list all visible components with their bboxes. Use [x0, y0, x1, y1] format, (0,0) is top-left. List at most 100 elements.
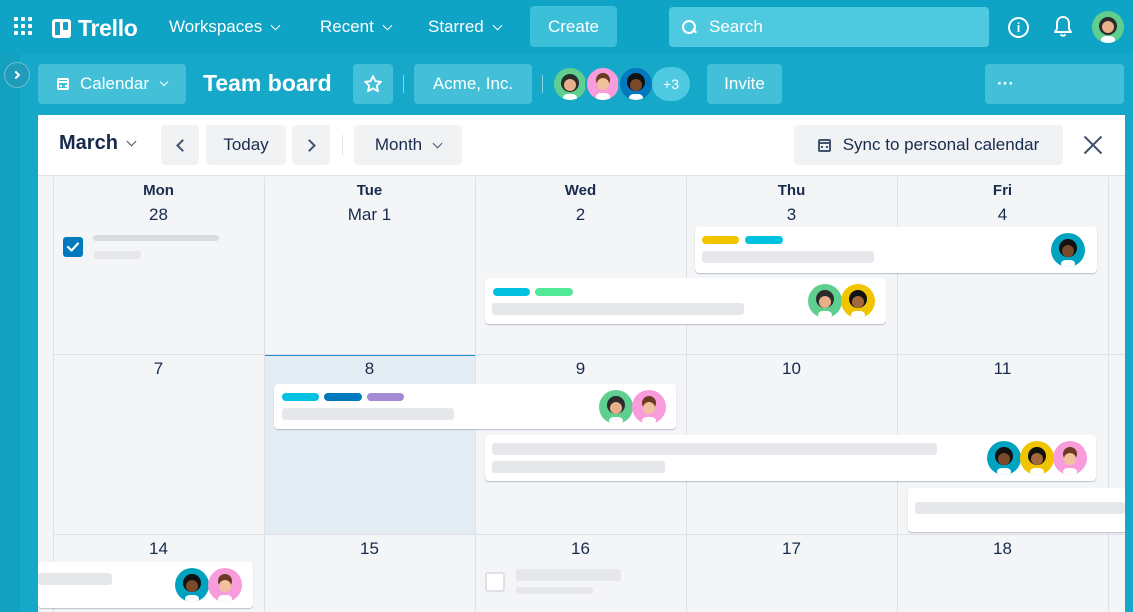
starred-menu[interactable]: Starred [428, 14, 503, 40]
workspaces-label: Workspaces [169, 17, 263, 36]
trello-logo[interactable]: Trello [52, 15, 138, 42]
more-members-badge[interactable]: +3 [652, 67, 690, 101]
more-icon: ··· [997, 74, 1014, 93]
today-button[interactable]: Today [206, 125, 286, 165]
logo-text: Trello [78, 15, 138, 41]
apps-grid-icon[interactable] [14, 17, 34, 37]
day-number[interactable]: 15 [264, 539, 475, 559]
day-number[interactable]: 14 [53, 539, 264, 559]
checkbox-checked[interactable] [63, 237, 83, 257]
chevron-down-icon [126, 136, 137, 147]
member-avatar[interactable] [208, 568, 242, 602]
view-select[interactable]: Month [354, 125, 462, 165]
chevron-right-icon [11, 70, 21, 80]
create-button[interactable]: Create [530, 6, 617, 47]
search-input[interactable]: Search [669, 7, 989, 47]
today-cell[interactable] [264, 354, 475, 534]
expand-sidebar-button[interactable] [4, 62, 30, 88]
day-number[interactable]: 3 [686, 205, 897, 225]
month-picker[interactable]: March [59, 132, 137, 155]
label-cyan [493, 288, 530, 296]
label-blue [324, 393, 362, 401]
sync-calendar-button[interactable]: Sync to personal calendar [794, 125, 1063, 165]
label-green [535, 288, 573, 296]
calendar-card[interactable] [38, 562, 253, 608]
board-title[interactable]: Team board [203, 70, 332, 97]
day-number[interactable]: 4 [897, 205, 1108, 225]
star-icon [364, 75, 382, 93]
star-button[interactable] [353, 64, 393, 104]
starred-label: Starred [428, 17, 484, 36]
header-divider [403, 75, 404, 93]
member-avatar[interactable] [808, 284, 842, 318]
info-icon[interactable]: i [1008, 17, 1029, 38]
member-avatar[interactable] [987, 441, 1021, 475]
top-nav: Trello Workspaces Recent Starred Create … [0, 0, 1133, 54]
view-label: Calendar [80, 74, 149, 93]
day-number[interactable]: 7 [53, 359, 264, 379]
day-number[interactable]: 2 [475, 205, 686, 225]
grid-line [53, 534, 1125, 535]
recent-menu[interactable]: Recent [320, 14, 393, 40]
checkbox-unchecked[interactable] [485, 572, 505, 592]
calendar-card[interactable] [485, 278, 886, 324]
month-label: March [59, 132, 118, 154]
day-number[interactable]: 16 [475, 539, 686, 559]
more-menu-button[interactable]: ··· [985, 64, 1124, 104]
member-avatar[interactable] [1053, 441, 1087, 475]
member-avatar[interactable] [632, 390, 666, 424]
member-avatar[interactable] [552, 66, 588, 102]
day-name: Mon [143, 182, 174, 199]
chevron-down-icon [432, 138, 443, 148]
card-title-placeholder [492, 443, 937, 455]
card-meta-placeholder [516, 587, 593, 594]
grid-line [1108, 177, 1109, 612]
prev-month-button[interactable] [161, 125, 199, 165]
chevron-down-icon [159, 77, 169, 87]
day-number[interactable]: 9 [475, 359, 686, 379]
label-cyan [745, 236, 783, 244]
member-avatar[interactable] [841, 284, 875, 318]
card-title-placeholder [492, 303, 744, 315]
chevron-left-icon [175, 138, 189, 152]
member-avatar[interactable] [1051, 233, 1085, 267]
chevron-down-icon [270, 20, 281, 30]
left-rail [0, 54, 20, 612]
view-switcher[interactable]: Calendar [38, 64, 186, 104]
day-number[interactable]: 17 [686, 539, 897, 559]
day-number[interactable]: 8 [264, 359, 475, 379]
grid-line [53, 354, 1125, 355]
user-avatar[interactable] [1092, 11, 1124, 43]
close-icon[interactable] [1082, 134, 1104, 156]
chevron-down-icon [492, 20, 503, 30]
calendar-card[interactable] [274, 384, 676, 429]
member-avatar[interactable] [1020, 441, 1054, 475]
workspace-button[interactable]: Acme, Inc. [414, 64, 532, 104]
day-number[interactable]: 18 [897, 539, 1108, 559]
calendar-icon [817, 138, 831, 152]
day-number[interactable]: 28 [53, 205, 264, 225]
card-title-placeholder [93, 235, 219, 241]
member-avatar[interactable] [618, 66, 654, 102]
search-icon [682, 20, 696, 34]
day-number[interactable]: 11 [897, 359, 1108, 379]
check-icon [66, 242, 80, 252]
member-avatar[interactable] [599, 390, 633, 424]
card-meta-placeholder [492, 461, 665, 473]
member-avatar[interactable] [175, 568, 209, 602]
bell-icon[interactable] [1052, 14, 1074, 38]
day-number[interactable]: Mar 1 [264, 205, 475, 225]
workspaces-menu[interactable]: Workspaces [169, 14, 281, 40]
calendar-card[interactable] [485, 435, 1096, 481]
next-month-button[interactable] [292, 125, 330, 165]
trello-logo-icon [52, 19, 71, 38]
header-divider [542, 75, 543, 93]
calendar-card[interactable] [908, 488, 1125, 532]
toolbar-divider [342, 135, 343, 155]
calendar-icon [57, 78, 69, 90]
calendar-card[interactable] [695, 227, 1097, 273]
member-avatar[interactable] [585, 66, 621, 102]
invite-button[interactable]: Invite [707, 64, 782, 104]
day-name: Wed [564, 182, 597, 199]
day-number[interactable]: 10 [686, 359, 897, 379]
